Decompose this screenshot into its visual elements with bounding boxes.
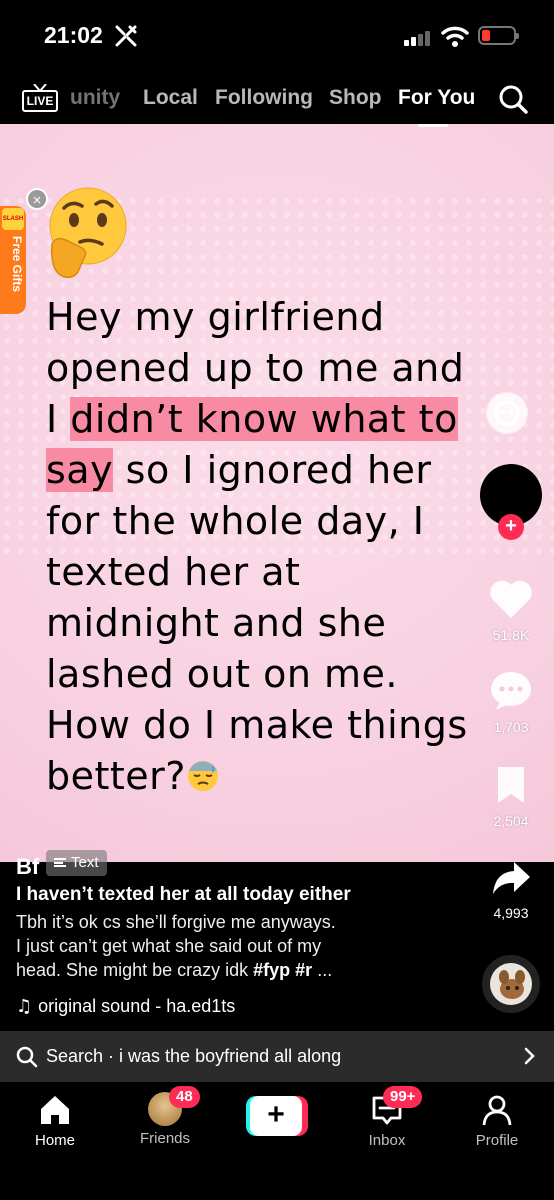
more-ellipsis[interactable]: ... bbox=[312, 960, 332, 980]
music-note-icon: ♫ bbox=[16, 996, 33, 1017]
friends-badge: 48 bbox=[169, 1086, 200, 1108]
video-player[interactable]: SLASH Free Gifts × Hey my girlfriend ope… bbox=[0, 124, 554, 862]
share-count: 4,993 bbox=[493, 905, 529, 921]
follow-button[interactable]: + bbox=[498, 514, 524, 540]
comment-icon bbox=[491, 672, 531, 710]
video-caption: Hey my girlfriend opened up to me and I … bbox=[46, 292, 486, 802]
search-icon bbox=[16, 1046, 38, 1068]
tab-inbox-label: Inbox bbox=[368, 1132, 406, 1149]
gift-label: Free Gifts bbox=[10, 236, 24, 293]
tab-local[interactable]: Local bbox=[143, 86, 198, 110]
tab-shop[interactable]: Shop bbox=[329, 86, 382, 110]
hashtag-fyp[interactable]: #fyp bbox=[253, 960, 290, 980]
chevron-right-icon bbox=[524, 1047, 535, 1065]
live-button[interactable]: LIVE bbox=[22, 84, 58, 112]
bottom-tab-bar: Home 48 Friends + 99+ Inbox Profile bbox=[0, 1082, 554, 1200]
post-title: I haven’t texted her at all today either bbox=[16, 884, 351, 905]
signal-icon bbox=[404, 30, 434, 46]
description-line: head. She might be crazy idk #fyp #r ... bbox=[16, 958, 416, 982]
text-badge-label: Text bbox=[71, 854, 99, 871]
bookmark-icon bbox=[498, 767, 524, 803]
tab-profile-label: Profile bbox=[475, 1132, 519, 1149]
description-line: I just can’t get what she said out of my bbox=[16, 936, 322, 956]
description-text: head. She might be crazy idk bbox=[16, 960, 254, 980]
sound-link[interactable]: ♫ original sound - ha.ed1ts bbox=[16, 996, 235, 1017]
live-label: LIVE bbox=[22, 90, 58, 112]
downcast-face-with-sweat-icon bbox=[187, 761, 218, 791]
plus-icon: + bbox=[250, 1096, 302, 1136]
reaction-icon[interactable] bbox=[486, 392, 528, 434]
comment-count: 1,703 bbox=[493, 719, 529, 735]
like-count: 51.8K bbox=[492, 627, 530, 643]
tab-home[interactable]: Home bbox=[15, 1092, 95, 1149]
tab-friends-label: Friends bbox=[139, 1130, 191, 1147]
drag-handle bbox=[418, 124, 448, 127]
caption-part: so I ignored her for the whole day, I te… bbox=[46, 448, 468, 798]
wifi-icon bbox=[441, 26, 469, 47]
description-line: Tbh it’s ok cs she’ll forgive me anyways… bbox=[16, 912, 336, 932]
share-button[interactable]: 4,993 bbox=[480, 858, 542, 921]
hashtag-r[interactable]: #r bbox=[295, 960, 312, 980]
tab-for-you[interactable]: For You bbox=[398, 86, 475, 110]
save-count: 2,504 bbox=[493, 813, 529, 829]
share-icon bbox=[493, 862, 530, 894]
inbox-badge: 99+ bbox=[383, 1086, 423, 1108]
text-badge: Text bbox=[46, 850, 107, 876]
home-icon bbox=[41, 1096, 69, 1124]
heart-icon bbox=[490, 580, 532, 618]
status-time: 21:02 bbox=[44, 22, 103, 48]
free-gifts-widget[interactable]: SLASH Free Gifts × bbox=[0, 188, 48, 314]
tab-friends[interactable]: 48 Friends bbox=[125, 1086, 205, 1147]
gift-icon: SLASH bbox=[2, 208, 24, 230]
tab-profile[interactable]: Profile bbox=[457, 1092, 537, 1149]
close-icon[interactable]: × bbox=[26, 188, 48, 210]
tab-home-label: Home bbox=[34, 1132, 75, 1149]
top-nav: LIVE unity Local Following Shop For You bbox=[0, 70, 554, 124]
save-button[interactable]: 2,504 bbox=[480, 764, 542, 829]
username[interactable]: Bf bbox=[16, 854, 39, 880]
battery-level bbox=[482, 30, 490, 41]
create-button[interactable]: + bbox=[246, 1096, 308, 1136]
profile-icon bbox=[482, 1095, 512, 1126]
comment-button[interactable]: 1,703 bbox=[480, 670, 542, 735]
status-bar: 21:02 bbox=[0, 0, 554, 70]
battery-icon bbox=[478, 26, 519, 45]
text-lines-icon bbox=[54, 858, 66, 867]
thinking-face-icon bbox=[49, 187, 127, 278]
tab-following[interactable]: Following bbox=[215, 86, 313, 110]
tab-inbox[interactable]: 99+ Inbox bbox=[347, 1086, 427, 1149]
search-icon[interactable] bbox=[498, 84, 528, 114]
like-button[interactable]: 51.8K bbox=[480, 578, 542, 643]
tab-community[interactable]: unity bbox=[70, 86, 120, 110]
post-description[interactable]: Tbh it’s ok cs she’ll forgive me anyways… bbox=[16, 910, 416, 982]
tools-icon bbox=[115, 25, 137, 47]
sound-name: original sound - ha.ed1ts bbox=[38, 996, 236, 1016]
fawn-avatar-icon bbox=[490, 963, 532, 1005]
sound-disc[interactable] bbox=[482, 955, 540, 1013]
related-search-bar[interactable]: Search · i was the boyfriend all along bbox=[0, 1031, 554, 1082]
related-search-text: Search · i was the boyfriend all along bbox=[46, 1046, 342, 1066]
